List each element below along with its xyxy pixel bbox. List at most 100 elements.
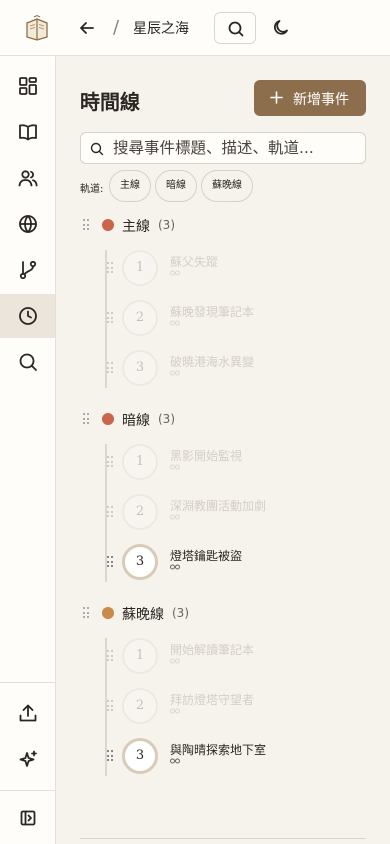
link-icon — [170, 708, 180, 714]
sidebar-item-world[interactable] — [0, 202, 55, 246]
track-event-count: (3) — [158, 218, 175, 232]
add-event-button[interactable]: 新增事件 — [254, 80, 366, 116]
drag-handle-icon[interactable] — [107, 362, 115, 374]
arrow-left-icon — [80, 22, 94, 34]
sidebar-item-dashboard[interactable] — [0, 64, 55, 108]
event-order-badge: 1 — [122, 444, 158, 480]
event-title: 拜訪燈塔守望者 — [170, 693, 255, 707]
drag-handle-icon[interactable] — [83, 219, 91, 231]
sidebar-item-plot[interactable] — [0, 248, 55, 292]
sidebar-collapse-button[interactable] — [0, 796, 55, 840]
track-event-count: (3) — [172, 606, 189, 620]
drag-handle-icon[interactable] — [107, 750, 115, 762]
timeline-event[interactable]: 1 黑影開始監視 — [104, 443, 364, 481]
plus-icon — [270, 91, 283, 104]
sidebar-divider — [0, 682, 55, 683]
theme-toggle-button[interactable] — [270, 17, 292, 39]
moon-icon — [273, 20, 288, 35]
track-color-dot — [102, 607, 114, 619]
sidebar-item-ai[interactable] — [0, 738, 55, 782]
track-name: 蘇晚線 — [122, 607, 164, 623]
upload-icon — [19, 704, 37, 722]
back-button[interactable] — [76, 17, 98, 39]
event-order-badge: 3 — [122, 350, 158, 386]
sidebar-nav — [0, 56, 56, 844]
timeline-event[interactable]: 3 與陶晴探索地下室 — [104, 737, 364, 775]
search-icon — [90, 142, 104, 156]
event-title: 黑影開始監視 — [170, 449, 243, 463]
timeline-event[interactable]: 1 開始解讀筆記本 — [104, 637, 364, 675]
sidebar-item-characters[interactable] — [0, 156, 55, 200]
link-icon — [170, 564, 180, 570]
timeline-event[interactable]: 1 蘇父失蹤 — [104, 249, 364, 287]
link-icon — [170, 270, 180, 276]
event-title: 破曉港海水異變 — [170, 355, 255, 369]
drag-handle-icon[interactable] — [107, 650, 115, 662]
sparkles-icon — [19, 750, 37, 767]
book-logo-icon[interactable] — [24, 14, 50, 42]
track-color-dot — [102, 219, 114, 231]
timeline-event[interactable]: 3 破曉港海水異變 — [104, 349, 364, 387]
track-color-dot — [102, 413, 114, 425]
track-group-header[interactable]: 主線 (3) — [80, 216, 340, 236]
sidebar-item-search[interactable] — [0, 340, 55, 384]
event-order-badge: 1 — [122, 638, 158, 674]
filter-chip-suwan[interactable]: 蘇晚線 — [201, 170, 253, 202]
track-event-count: (3) — [158, 412, 175, 426]
event-title: 蘇晚發現筆記本 — [170, 305, 255, 319]
drag-handle-icon[interactable] — [107, 556, 115, 568]
sidebar-item-export[interactable] — [0, 691, 55, 735]
sidebar-item-timeline[interactable] — [0, 294, 55, 338]
sidebar-item-chapters[interactable] — [0, 110, 55, 154]
drag-handle-icon[interactable] — [107, 456, 115, 468]
event-title: 深淵教團活動加劇 — [170, 499, 267, 513]
drag-handle-icon[interactable] — [107, 506, 115, 518]
app-header: / 星辰之海 — [0, 0, 390, 56]
clock-icon — [19, 307, 37, 325]
timeline-event[interactable]: 2 拜訪燈塔守望者 — [104, 687, 364, 725]
track-group-header[interactable]: 暗線 (3) — [80, 410, 340, 430]
search-button[interactable] — [214, 12, 256, 44]
event-order-badge: 3 — [122, 544, 158, 580]
link-icon — [170, 320, 180, 326]
event-order-badge: 3 — [122, 738, 158, 774]
drag-handle-icon[interactable] — [83, 413, 91, 425]
event-order-badge: 2 — [122, 688, 158, 724]
sidebar-toggle-icon — [20, 810, 36, 826]
track-group-header[interactable]: 蘇晚線 (3) — [80, 604, 340, 624]
search-icon — [228, 21, 244, 37]
drag-handle-icon[interactable] — [83, 607, 91, 619]
event-title: 開始解讀筆記本 — [170, 643, 255, 657]
timeline-event[interactable]: 2 蘇晚發現筆記本 — [104, 299, 364, 337]
page-title: 時間線 — [80, 90, 140, 114]
filter-chip-hidden[interactable]: 暗線 — [155, 170, 197, 202]
event-order-badge: 2 — [122, 300, 158, 336]
track-name: 暗線 — [122, 413, 150, 429]
link-icon — [170, 514, 180, 520]
users-icon — [18, 170, 38, 187]
timeline-page: 時間線 新增事件 軌道: 主線 暗線 蘇晚線 主線 (3) 1 蘇父失蹤 2 蘇晚發現筆記… — [56, 56, 390, 844]
drag-handle-icon[interactable] — [107, 312, 115, 324]
breadcrumb-separator: / — [113, 17, 120, 38]
filter-chip-main[interactable]: 主線 — [109, 170, 151, 202]
track-name: 主線 — [122, 219, 150, 235]
globe-icon — [19, 215, 37, 233]
link-icon — [170, 370, 180, 376]
drag-handle-icon[interactable] — [107, 262, 115, 274]
timeline-event[interactable]: 3 燈塔鑰匙被盜 — [104, 543, 364, 581]
git-branch-icon — [19, 260, 37, 280]
book-open-icon — [19, 124, 37, 141]
link-icon — [170, 658, 180, 664]
event-search-field[interactable] — [80, 132, 366, 164]
track-filter-label: 軌道: — [80, 184, 104, 195]
event-title: 燈塔鑰匙被盜 — [170, 549, 243, 563]
project-name[interactable]: 星辰之海 — [133, 18, 189, 38]
event-order-badge: 2 — [122, 494, 158, 530]
bottom-divider — [80, 838, 366, 839]
add-event-label: 新增事件 — [293, 92, 349, 108]
drag-handle-icon[interactable] — [107, 700, 115, 712]
event-order-badge: 1 — [122, 250, 158, 286]
event-search-input[interactable] — [113, 137, 359, 159]
link-icon — [170, 464, 180, 470]
timeline-event[interactable]: 2 深淵教團活動加劇 — [104, 493, 364, 531]
